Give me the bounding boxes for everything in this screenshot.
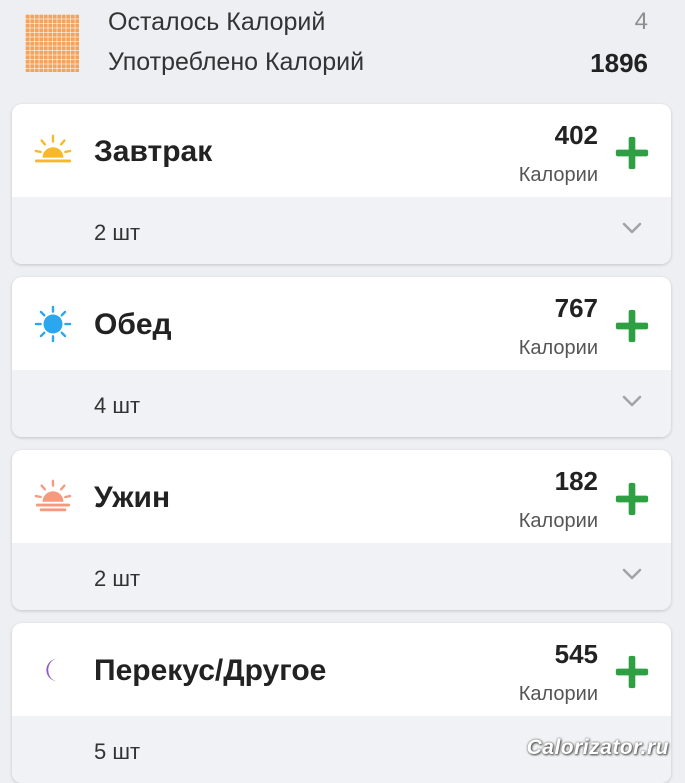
sunset-icon — [34, 479, 72, 512]
add-food-button[interactable] — [613, 653, 651, 691]
meal-header[interactable]: Завтрак 402 Калории — [12, 104, 671, 197]
remaining-calories-value: 4 — [634, 8, 648, 35]
meal-item-count: 4 шт — [94, 393, 141, 418]
meal-header[interactable]: Обед 767 Калории — [12, 277, 671, 370]
sun-icon — [34, 305, 72, 343]
chevron-down-icon[interactable] — [621, 567, 643, 581]
calorie-grid-icon — [25, 14, 79, 72]
meal-item-count: 2 шт — [94, 220, 141, 245]
remaining-calories-label: Осталось Калорий — [108, 8, 326, 36]
chevron-down-icon[interactable] — [621, 221, 643, 235]
meal-items-toggle[interactable]: 2 шт — [12, 197, 671, 264]
consumed-calories-label: Употреблено Калорий — [108, 48, 365, 76]
calorie-summary: Осталось Калорий 4 Употреблено Калорий 1… — [0, 0, 685, 96]
consumed-calories-row: Употреблено Калорий 1896 — [108, 48, 648, 82]
meal-calories-value: 402 — [554, 120, 598, 150]
meal-title: Ужин — [94, 481, 171, 514]
meal-calories-label: Калории — [518, 164, 598, 186]
meal-card-breakfast: Завтрак 402 Калории 2 шт — [12, 104, 671, 264]
add-food-button[interactable] — [613, 480, 651, 518]
meal-calories-label: Калории — [518, 337, 598, 359]
meal-title: Перекус/Другое — [94, 654, 327, 687]
meal-items-toggle[interactable]: 2 шт — [12, 543, 671, 610]
meal-calories-label: Калории — [518, 683, 598, 705]
meal-calories-label: Калории — [518, 510, 598, 532]
meal-item-count: 2 шт — [94, 566, 141, 591]
watermark: Calorizator.ru — [526, 736, 669, 759]
meal-card-dinner: Ужин 182 Калории 2 шт — [12, 450, 671, 610]
meal-title: Завтрак — [94, 135, 213, 168]
moon-icon — [46, 658, 58, 682]
consumed-calories-value: 1896 — [590, 48, 648, 78]
meal-calories-value: 767 — [554, 293, 598, 323]
meal-card-lunch: Обед 767 Калории 4 шт — [12, 277, 671, 437]
add-food-button[interactable] — [613, 307, 651, 345]
meal-header[interactable]: Перекус/Другое 545 Калории — [12, 623, 671, 716]
sunrise-icon — [34, 134, 72, 163]
meal-calories-value: 182 — [554, 466, 598, 496]
meal-header[interactable]: Ужин 182 Калории — [12, 450, 671, 543]
meal-calories-value: 545 — [554, 639, 598, 669]
chevron-down-icon[interactable] — [621, 394, 643, 408]
meal-items-toggle[interactable]: 4 шт — [12, 370, 671, 437]
add-food-button[interactable] — [613, 134, 651, 172]
meal-item-count: 5 шт — [94, 739, 141, 764]
remaining-calories-row: Осталось Калорий 4 — [108, 8, 648, 42]
meal-title: Обед — [94, 308, 172, 341]
